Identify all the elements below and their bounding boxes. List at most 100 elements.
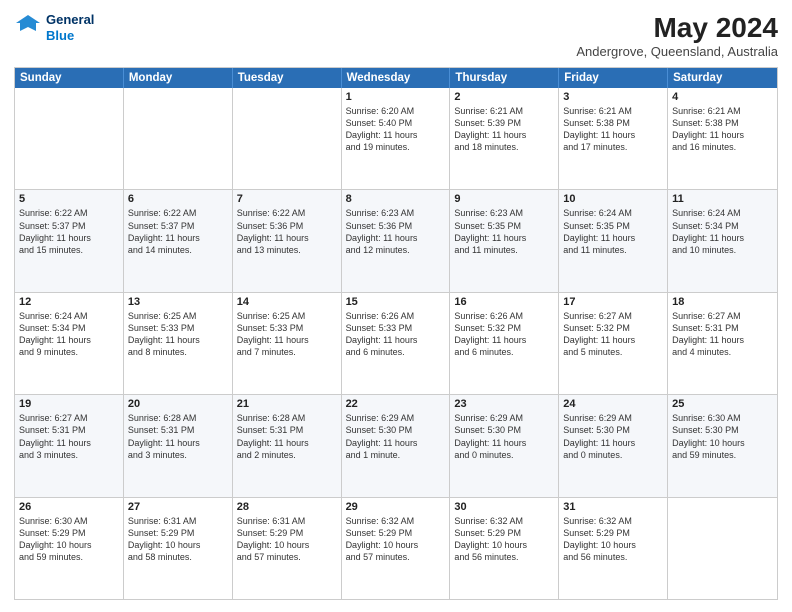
cal-day-21: 21Sunrise: 6:28 AM Sunset: 5:31 PM Dayli… [233, 395, 342, 496]
cal-day-26: 26 Sunrise: 6:30 AM Sunset: 5:29 PM Dayli… [15, 498, 124, 599]
day-info: Sunrise: 6:31 AM Sunset: 5:29 PM Dayligh… [237, 515, 337, 564]
cal-day-29: 29 Sunrise: 6:32 AM Sunset: 5:29 PM Dayli… [342, 498, 451, 599]
day-number: 6 [128, 193, 228, 205]
day-info: Sunrise: 6:21 AM Sunset: 5:38 PM Dayligh… [672, 105, 773, 154]
day-info: Sunrise: 6:22 AM Sunset: 5:37 PM Dayligh… [19, 207, 119, 256]
cal-day-19: 19Sunrise: 6:27 AM Sunset: 5:31 PM Dayli… [15, 395, 124, 496]
cal-day-15: 15 Sunrise: 6:26 AM Sunset: 5:33 PM Dayli… [342, 293, 451, 394]
day-number: 18 [672, 296, 773, 308]
day-info: Sunrise: 6:31 AM Sunset: 5:29 PM Dayligh… [128, 515, 228, 564]
day-number: 29 [346, 501, 446, 513]
day-info: Sunrise: 6:24 AM Sunset: 5:34 PM Dayligh… [19, 310, 119, 359]
day-number: 14 [237, 296, 337, 308]
cal-day-7: 7 Sunrise: 6:22 AM Sunset: 5:36 PM Daylig… [233, 190, 342, 291]
cal-header-thursday: Thursday [450, 68, 559, 88]
day-info: Sunrise: 6:29 AM Sunset: 5:30 PM Dayligh… [563, 412, 663, 461]
day-number: 15 [346, 296, 446, 308]
calendar: SundayMondayTuesdayWednesdayThursdayFrid… [14, 67, 778, 600]
cal-week-1: 1Sunrise: 6:20 AM Sunset: 5:40 PM Daylig… [15, 88, 777, 189]
day-info: Sunrise: 6:30 AM Sunset: 5:29 PM Dayligh… [19, 515, 119, 564]
cal-week-2: 5 Sunrise: 6:22 AM Sunset: 5:37 PM Daylig… [15, 189, 777, 291]
cal-day-27: 27 Sunrise: 6:31 AM Sunset: 5:29 PM Dayli… [124, 498, 233, 599]
day-number: 24 [563, 398, 663, 410]
cal-day-13: 13Sunrise: 6:25 AM Sunset: 5:33 PM Dayli… [124, 293, 233, 394]
cal-week-4: 19Sunrise: 6:27 AM Sunset: 5:31 PM Dayli… [15, 394, 777, 496]
month-title: May 2024 [576, 12, 778, 44]
day-number: 30 [454, 501, 554, 513]
page: General Blue May 2024 Andergrove, Queens… [0, 0, 792, 612]
day-info: Sunrise: 6:32 AM Sunset: 5:29 PM Dayligh… [346, 515, 446, 564]
header: General Blue May 2024 Andergrove, Queens… [14, 12, 778, 59]
day-info: Sunrise: 6:22 AM Sunset: 5:36 PM Dayligh… [237, 207, 337, 256]
cal-day-31: 31 Sunrise: 6:32 AM Sunset: 5:29 PM Dayli… [559, 498, 668, 599]
day-number: 27 [128, 501, 228, 513]
logo: General Blue [14, 12, 94, 45]
cal-day-22: 22 Sunrise: 6:29 AM Sunset: 5:30 PM Dayli… [342, 395, 451, 496]
cal-day-3: 3Sunrise: 6:21 AM Sunset: 5:38 PM Daylig… [559, 88, 668, 189]
cal-day-23: 23Sunrise: 6:29 AM Sunset: 5:30 PM Dayli… [450, 395, 559, 496]
cal-day-8: 8Sunrise: 6:23 AM Sunset: 5:36 PM Daylig… [342, 190, 451, 291]
day-number: 23 [454, 398, 554, 410]
day-number: 28 [237, 501, 337, 513]
day-number: 31 [563, 501, 663, 513]
day-info: Sunrise: 6:27 AM Sunset: 5:32 PM Dayligh… [563, 310, 663, 359]
cal-header-saturday: Saturday [668, 68, 777, 88]
day-number: 12 [19, 296, 119, 308]
cal-day-5: 5 Sunrise: 6:22 AM Sunset: 5:37 PM Daylig… [15, 190, 124, 291]
cal-day-6: 6Sunrise: 6:22 AM Sunset: 5:37 PM Daylig… [124, 190, 233, 291]
cal-day-28: 28 Sunrise: 6:31 AM Sunset: 5:29 PM Dayli… [233, 498, 342, 599]
day-number: 25 [672, 398, 773, 410]
day-info: Sunrise: 6:28 AM Sunset: 5:31 PM Dayligh… [237, 412, 337, 461]
day-info: Sunrise: 6:32 AM Sunset: 5:29 PM Dayligh… [563, 515, 663, 564]
cal-day-30: 30 Sunrise: 6:32 AM Sunset: 5:29 PM Dayli… [450, 498, 559, 599]
day-number: 4 [672, 91, 773, 103]
cal-day-17: 17Sunrise: 6:27 AM Sunset: 5:32 PM Dayli… [559, 293, 668, 394]
day-number: 9 [454, 193, 554, 205]
cal-header-monday: Monday [124, 68, 233, 88]
day-number: 3 [563, 91, 663, 103]
day-info: Sunrise: 6:27 AM Sunset: 5:31 PM Dayligh… [672, 310, 773, 359]
day-number: 20 [128, 398, 228, 410]
day-number: 26 [19, 501, 119, 513]
day-info: Sunrise: 6:23 AM Sunset: 5:36 PM Dayligh… [346, 207, 446, 256]
day-info: Sunrise: 6:28 AM Sunset: 5:31 PM Dayligh… [128, 412, 228, 461]
title-area: May 2024 Andergrove, Queensland, Austral… [576, 12, 778, 59]
day-number: 7 [237, 193, 337, 205]
cal-day-12: 12 Sunrise: 6:24 AM Sunset: 5:34 PM Dayli… [15, 293, 124, 394]
cal-day-1: 1Sunrise: 6:20 AM Sunset: 5:40 PM Daylig… [342, 88, 451, 189]
cal-day-24: 24 Sunrise: 6:29 AM Sunset: 5:30 PM Dayli… [559, 395, 668, 496]
logo-svg [14, 13, 42, 43]
cal-day-25: 25 Sunrise: 6:30 AM Sunset: 5:30 PM Dayli… [668, 395, 777, 496]
day-info: Sunrise: 6:20 AM Sunset: 5:40 PM Dayligh… [346, 105, 446, 154]
cal-header-wednesday: Wednesday [342, 68, 451, 88]
day-info: Sunrise: 6:32 AM Sunset: 5:29 PM Dayligh… [454, 515, 554, 564]
cal-day-20: 20 Sunrise: 6:28 AM Sunset: 5:31 PM Dayli… [124, 395, 233, 496]
logo-text-block: General Blue [46, 12, 94, 45]
cal-empty-cell [15, 88, 124, 189]
day-number: 19 [19, 398, 119, 410]
day-number: 22 [346, 398, 446, 410]
day-info: Sunrise: 6:26 AM Sunset: 5:33 PM Dayligh… [346, 310, 446, 359]
day-number: 13 [128, 296, 228, 308]
cal-header-sunday: Sunday [15, 68, 124, 88]
location: Andergrove, Queensland, Australia [576, 44, 778, 59]
day-info: Sunrise: 6:29 AM Sunset: 5:30 PM Dayligh… [346, 412, 446, 461]
cal-day-14: 14 Sunrise: 6:25 AM Sunset: 5:33 PM Dayli… [233, 293, 342, 394]
cal-day-16: 16Sunrise: 6:26 AM Sunset: 5:32 PM Dayli… [450, 293, 559, 394]
day-info: Sunrise: 6:23 AM Sunset: 5:35 PM Dayligh… [454, 207, 554, 256]
day-info: Sunrise: 6:25 AM Sunset: 5:33 PM Dayligh… [237, 310, 337, 359]
day-number: 16 [454, 296, 554, 308]
day-info: Sunrise: 6:24 AM Sunset: 5:34 PM Dayligh… [672, 207, 773, 256]
cal-day-2: 2Sunrise: 6:21 AM Sunset: 5:39 PM Daylig… [450, 88, 559, 189]
cal-day-4: 4 Sunrise: 6:21 AM Sunset: 5:38 PM Daylig… [668, 88, 777, 189]
cal-empty-cell [668, 498, 777, 599]
day-info: Sunrise: 6:30 AM Sunset: 5:30 PM Dayligh… [672, 412, 773, 461]
cal-day-9: 9 Sunrise: 6:23 AM Sunset: 5:35 PM Daylig… [450, 190, 559, 291]
day-number: 10 [563, 193, 663, 205]
cal-empty-cell [233, 88, 342, 189]
cal-week-3: 12 Sunrise: 6:24 AM Sunset: 5:34 PM Dayli… [15, 292, 777, 394]
day-number: 11 [672, 193, 773, 205]
cal-day-18: 18 Sunrise: 6:27 AM Sunset: 5:31 PM Dayli… [668, 293, 777, 394]
day-number: 5 [19, 193, 119, 205]
day-number: 2 [454, 91, 554, 103]
